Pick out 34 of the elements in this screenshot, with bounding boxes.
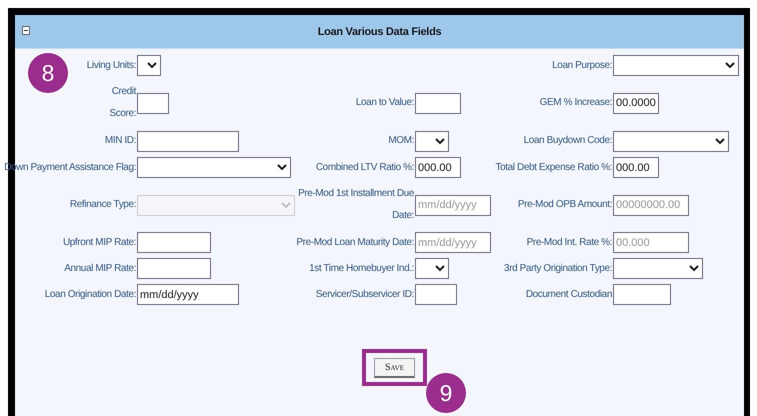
field-label: 1st Time Homebuyer Ind.: — [309, 262, 414, 276]
input-field[interactable]: 000.00 — [613, 157, 659, 178]
field-label: Combined LTV Ratio %: — [316, 160, 414, 174]
field-label: Loan to Value: — [356, 96, 414, 110]
field-label: Pre-Mod Loan Maturity Date: — [296, 236, 414, 250]
input-field[interactable]: 00.0000 — [613, 92, 659, 114]
field-label: Total Debt Expense Ratio %: — [496, 160, 612, 174]
field-label: Annual MIP Rate: — [64, 262, 136, 276]
input-field[interactable]: mm/dd/yyyy — [137, 284, 239, 305]
input-field[interactable]: mm/dd/yyyy — [415, 194, 491, 216]
field-label: Pre-Mod Int. Rate %: — [526, 236, 612, 250]
field-label: GEM % Increase: — [540, 96, 612, 110]
input-field[interactable]: 000.00 — [415, 157, 461, 178]
field-label: Loan Origination Date: — [44, 288, 136, 302]
field-label: Credit Score: — [108, 85, 136, 121]
save-button[interactable]: Save — [374, 358, 416, 378]
step-badge: 8 — [28, 53, 68, 93]
field-label: MIN ID: — [104, 134, 136, 148]
field-label: Servicer/Subservicer ID: — [316, 288, 414, 302]
field-label: Loan Buydown Code: — [524, 134, 612, 148]
field-label: Refinance Type: — [70, 198, 136, 212]
field-label: MOM: — [388, 134, 414, 148]
step-badge: 9 — [426, 373, 466, 413]
input-field[interactable]: 00.000 — [613, 232, 689, 253]
input-field[interactable]: 00000000.00 — [613, 194, 689, 216]
field-label: Living Units: — [86, 58, 136, 72]
field-label: 3rd Party Origination Type: — [504, 262, 612, 276]
field-label: Upfront MIP Rate: — [62, 236, 136, 250]
field-label: Pre-Mod 1st Installment Due Date: — [297, 187, 414, 223]
field-label: Loan Purpose: — [552, 58, 612, 72]
panel-title: Loan Various Data Fields — [318, 26, 442, 38]
field-label: Document Custodian — [526, 288, 612, 302]
field-label: Pre-Mod OPB Amount: — [518, 198, 612, 212]
input-field[interactable]: mm/dd/yyyy — [415, 232, 491, 253]
